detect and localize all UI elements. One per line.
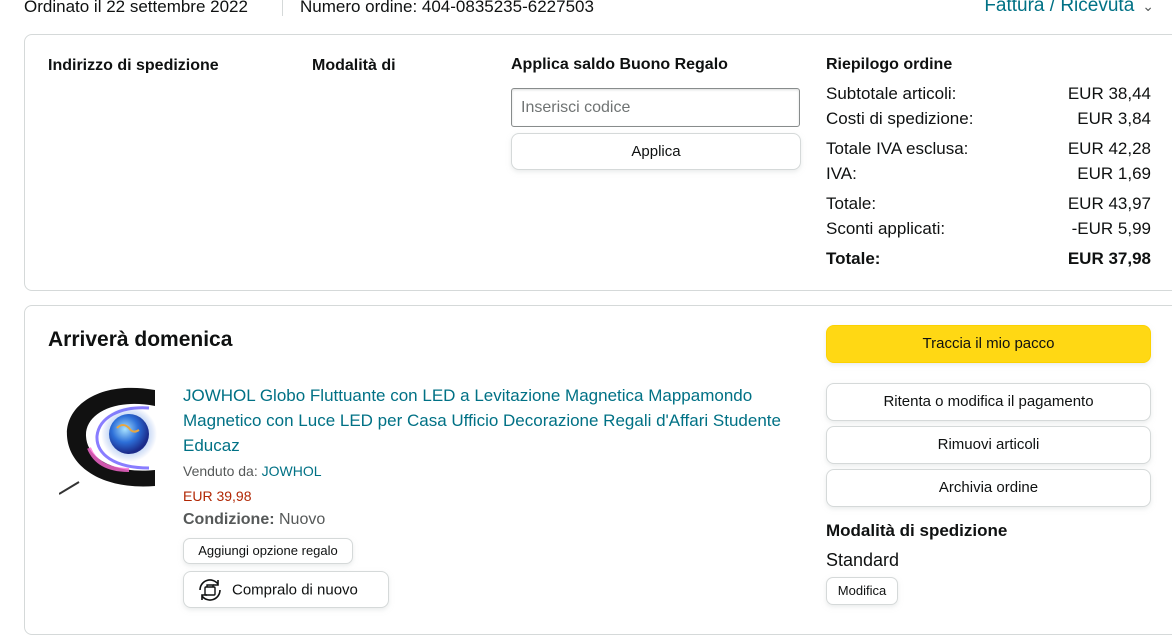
track-package-button[interactable]: Traccia il mio pacco bbox=[826, 325, 1151, 363]
arrival-title: Arriverà domenica bbox=[48, 328, 233, 351]
gift-card-title: Applica saldo Buono Regalo bbox=[511, 56, 728, 73]
order-date: Ordinato il 22 settembre 2022 bbox=[24, 0, 248, 16]
total-row: Totale: EUR 43,97 bbox=[826, 194, 1151, 213]
product-title-link[interactable]: JOWHOL Globo Fluttuante con LED a Levita… bbox=[183, 383, 793, 458]
shipping-cost-row: Costi di spedizione: EUR 3,84 bbox=[826, 109, 1151, 128]
modify-shipping-button[interactable]: Modifica bbox=[826, 577, 898, 605]
product-price: EUR 39,98 bbox=[183, 488, 252, 504]
shipping-address-title: Indirizzo di spedizione bbox=[48, 57, 219, 73]
order-summary-rows: Subtotale articoli: EUR 38,44 Costi di sp… bbox=[826, 84, 1151, 274]
condition-value: Nuovo bbox=[279, 511, 326, 528]
gift-option-button[interactable]: Aggiungi opzione regalo bbox=[183, 538, 353, 564]
buy-again-button[interactable]: Compralo di nuovo bbox=[183, 571, 389, 608]
total-excl-vat-row: Totale IVA esclusa: EUR 42,28 bbox=[826, 139, 1151, 158]
order-summary-title: Riepilogo ordine bbox=[826, 56, 953, 73]
condition-label: Condizione: bbox=[183, 511, 275, 528]
remove-items-button[interactable]: Rimuovi articoli bbox=[826, 426, 1151, 464]
archive-order-button[interactable]: Archivia ordine bbox=[826, 469, 1151, 507]
shipment-card: Arriverà domenica JOWHOL Globo Fluttuant… bbox=[24, 305, 1172, 635]
gift-code-input[interactable] bbox=[511, 88, 800, 127]
reorder-icon bbox=[194, 577, 226, 603]
apply-button[interactable]: Applica bbox=[511, 133, 801, 170]
header-divider bbox=[282, 0, 283, 16]
sold-by-label: Venduto da: bbox=[183, 463, 258, 479]
magnetic-levitation-globe-image bbox=[58, 387, 157, 495]
condition: Condizione: Nuovo bbox=[183, 511, 325, 529]
buy-again-label: Compralo di nuovo bbox=[232, 581, 358, 599]
shipping-method-title: Modalità di spedizione bbox=[826, 521, 1008, 540]
vat-row: IVA: EUR 1,69 bbox=[826, 164, 1151, 183]
subtotal-row: Subtotale articoli: EUR 38,44 bbox=[826, 84, 1151, 103]
order-summary-card: Indirizzo di spedizione Modalità di Appl… bbox=[24, 34, 1172, 291]
invoice-link-label: Fattura / Ricevuta bbox=[984, 0, 1135, 16]
discounts-row: Sconti applicati: -EUR 5,99 bbox=[826, 219, 1151, 238]
shipping-method-value: Standard bbox=[826, 550, 900, 570]
payment-method-title: Modalità di bbox=[312, 57, 396, 73]
retry-payment-button[interactable]: Ritenta o modifica il pagamento bbox=[826, 383, 1151, 421]
chevron-down-icon: ⌄ bbox=[1142, 0, 1154, 14]
sold-by: Venduto da: JOWHOL bbox=[183, 463, 322, 479]
order-number: Numero ordine: 404-0835235-6227503 bbox=[300, 0, 594, 16]
seller-link[interactable]: JOWHOL bbox=[262, 463, 322, 479]
grand-total-row: Totale: EUR 37,98 bbox=[826, 249, 1151, 268]
invoice-link[interactable]: Fattura / Ricevuta ⌄ bbox=[984, 0, 1154, 17]
product-image[interactable] bbox=[58, 378, 169, 498]
